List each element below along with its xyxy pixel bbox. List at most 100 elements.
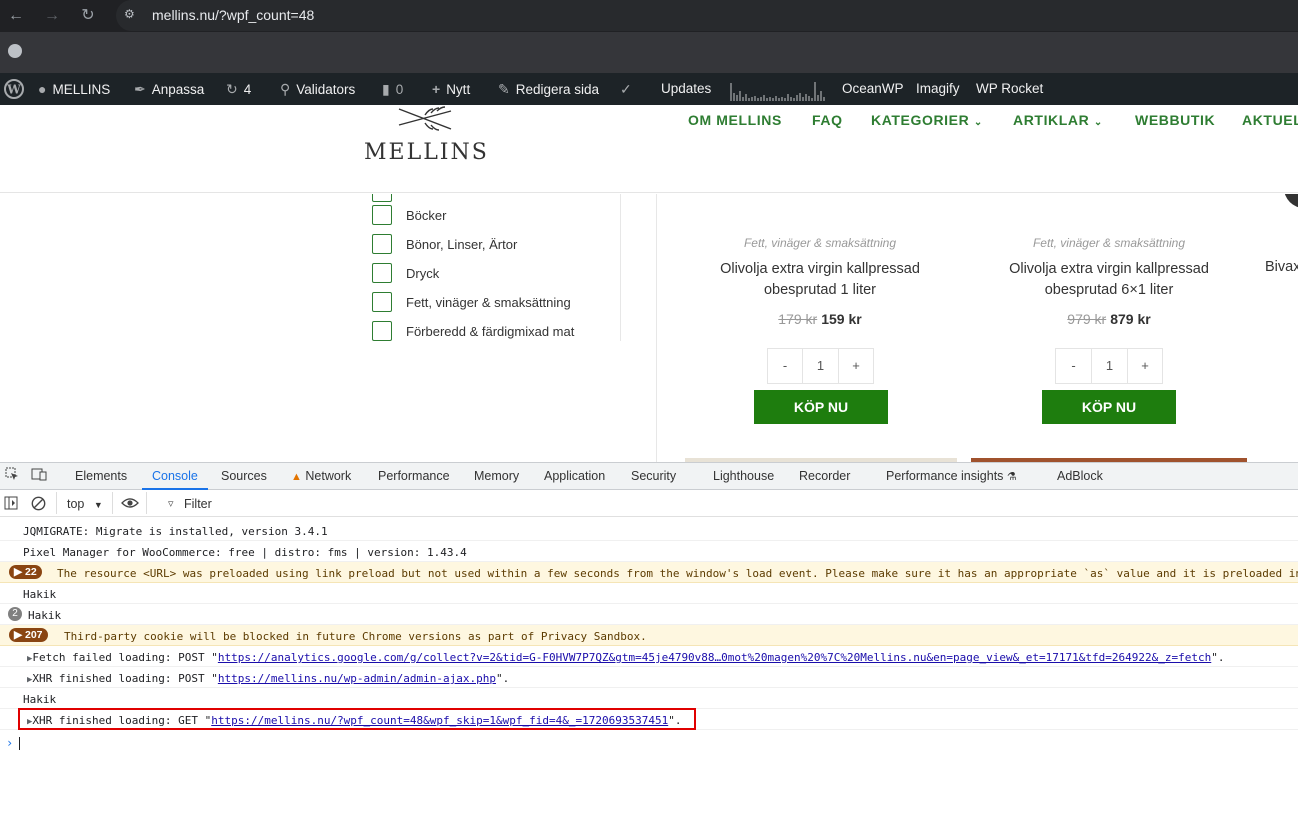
adminbar-imagify[interactable]: Imagify: [916, 81, 960, 96]
console-message[interactable]: Pixel Manager for WooCommerce: free | di…: [0, 541, 1298, 562]
console-warning[interactable]: ▶ 207 Third-party cookie will be blocked…: [0, 625, 1298, 646]
filter-input[interactable]: Filter: [184, 497, 212, 511]
message-link[interactable]: https://mellins.nu/wp-admin/admin-ajax.p…: [218, 672, 496, 685]
qty-input[interactable]: 1: [802, 348, 839, 384]
toolbar-divider: [112, 492, 113, 514]
back-icon[interactable]: ←: [6, 6, 26, 26]
wp-admin-bar: W ● MELLINS ✒ Anpassa ↻ 4 ⚲ Validators ▮ 0 + N…: [0, 73, 1298, 105]
console-message[interactable]: JQMIGRATE: Migrate is installed, version…: [0, 520, 1298, 541]
menu-kategorier[interactable]: KATEGORIER ⌄: [871, 112, 983, 128]
browser-toolbar: ← → ↻ ⚙ mellins.nu/?wpf_count=48: [0, 0, 1298, 32]
eye-icon[interactable]: [121, 496, 139, 513]
device-toolbar-icon[interactable]: [31, 467, 47, 484]
adminbar-edit-page[interactable]: ✎ Redigera sida: [498, 81, 599, 98]
category-checkbox[interactable]: [372, 234, 392, 254]
category-label: Bönor, Linser, Ärtor: [406, 237, 518, 252]
category-checkbox[interactable]: [372, 321, 392, 341]
console-input[interactable]: [19, 737, 20, 750]
reload-icon[interactable]: ↻: [78, 6, 98, 26]
console-warning[interactable]: ▶ 22 The resource <URL> was preloaded us…: [0, 562, 1298, 583]
message-text: ".: [1211, 651, 1225, 664]
adminbar-oceanwp[interactable]: OceanWP: [842, 81, 904, 96]
qty-input[interactable]: 1: [1091, 348, 1128, 384]
adminbar-updates-count[interactable]: ↻ 4: [226, 81, 251, 98]
tab-security[interactable]: Security: [631, 469, 676, 483]
product-image[interactable]: [1284, 194, 1298, 208]
qty-plus-button[interactable]: +: [838, 348, 874, 384]
product-category[interactable]: Fett, vinäger & smaksättning: [690, 236, 950, 250]
tab-performance-insights[interactable]: Performance insights ⚗: [886, 469, 1017, 483]
console-toolbar: top ▼ ▿ Filter: [0, 491, 1298, 517]
adminbar-customize[interactable]: ✒ Anpassa: [134, 81, 204, 98]
adminbar-validators[interactable]: ⚲ Validators: [280, 81, 355, 98]
product-price: 179 kr 159 kr: [690, 311, 950, 327]
tab-recorder[interactable]: Recorder: [799, 469, 850, 483]
context-selector[interactable]: top ▼: [67, 497, 103, 511]
category-checkbox[interactable]: [372, 194, 392, 202]
sale-price: 159 kr: [821, 311, 862, 327]
clear-console-icon[interactable]: [31, 496, 46, 514]
adminbar-wp-rocket[interactable]: WP Rocket: [976, 81, 1043, 96]
product-title[interactable]: Olivolja extra virgin kallpressad obespru…: [690, 259, 950, 301]
category-checkbox[interactable]: [372, 292, 392, 312]
wordpress-logo-icon[interactable]: W: [4, 79, 24, 102]
buy-button[interactable]: KÖP NU: [754, 390, 888, 424]
category-checkbox[interactable]: [372, 263, 392, 283]
adminbar-comments[interactable]: ▮ 0: [382, 81, 403, 98]
menu-om-mellins[interactable]: OM MELLINS: [688, 112, 782, 128]
tab-adblock[interactable]: AdBlock: [1057, 469, 1103, 483]
site-settings-icon[interactable]: ⚙: [124, 7, 135, 21]
adminbar-updates[interactable]: Updates: [661, 81, 711, 96]
site-header: MELLINS OM MELLINS FAQ KATEGORIER ⌄ ARTI…: [0, 105, 1298, 193]
globe-icon[interactable]: [8, 44, 22, 58]
site-name-label: MELLINS: [52, 82, 111, 97]
message-text: Pixel Manager for WooCommerce: free | di…: [23, 546, 467, 559]
tab-application[interactable]: Application: [544, 469, 605, 483]
menu-artiklar[interactable]: ARTIKLAR ⌄: [1013, 112, 1103, 128]
sidebar-toggle-icon[interactable]: [4, 496, 18, 513]
menu-aktuellt[interactable]: AKTUEL: [1242, 112, 1298, 128]
oceanwp-label: OceanWP: [842, 81, 904, 96]
tab-console[interactable]: Console: [152, 469, 198, 483]
console-message[interactable]: Hakik: [0, 688, 1298, 709]
message-text: Third-party cookie will be blocked in fu…: [64, 630, 647, 643]
category-checkbox[interactable]: [372, 205, 392, 225]
buy-button[interactable]: KÖP NU: [1042, 390, 1176, 424]
console-message[interactable]: 2 Hakik: [0, 604, 1298, 625]
tab-memory[interactable]: Memory: [474, 469, 519, 483]
tab-elements[interactable]: Elements: [75, 469, 127, 483]
qty-plus-button[interactable]: +: [1127, 348, 1163, 384]
devtools-panel: Elements Console Sources ▲ Network Perfo…: [0, 462, 1298, 837]
product-title[interactable]: Olivolja extra virgin kallpressad obespru…: [979, 259, 1239, 301]
tab-sources[interactable]: Sources: [221, 469, 267, 483]
prompt-chevron-icon: ›: [6, 736, 14, 750]
console-message[interactable]: ▶Fetch failed loading: POST "https://ana…: [0, 646, 1298, 667]
product-title-line: Olivolja extra virgin kallpressad: [1009, 261, 1209, 277]
message-link[interactable]: https://analytics.google.com/g/collect?v…: [218, 651, 1211, 664]
qty-minus-button[interactable]: -: [1055, 348, 1092, 384]
yoast-icon[interactable]: ✓: [620, 81, 638, 98]
tab-lighthouse[interactable]: Lighthouse: [713, 469, 774, 483]
adminbar-new[interactable]: + Nytt: [432, 81, 470, 97]
warning-count-badge[interactable]: ▶ 207: [9, 628, 48, 642]
forward-icon[interactable]: →: [42, 6, 62, 26]
warning-count-badge[interactable]: ▶ 22: [9, 565, 42, 579]
inspect-icon[interactable]: [5, 467, 19, 484]
tab-network[interactable]: ▲ Network: [291, 469, 351, 483]
console-message[interactable]: Hakik: [0, 583, 1298, 604]
adminbar-site[interactable]: ● MELLINS: [38, 81, 110, 97]
tab-performance[interactable]: Performance: [378, 469, 450, 483]
url-text[interactable]: mellins.nu/?wpf_count=48: [152, 7, 314, 23]
product-category[interactable]: Fett, vinäger & smaksättning: [979, 236, 1239, 250]
new-label: Nytt: [446, 82, 471, 97]
qty-minus-button[interactable]: -: [767, 348, 803, 384]
menu-faq[interactable]: FAQ: [812, 112, 843, 128]
console-message[interactable]: ▶XHR finished loading: POST "https://mel…: [0, 667, 1298, 688]
stats-sparkline[interactable]: [730, 79, 826, 101]
imagify-label: Imagify: [916, 81, 960, 96]
brush-icon: ✒: [134, 81, 146, 97]
menu-webbutik[interactable]: WEBBUTIK: [1135, 112, 1215, 128]
site-logo[interactable]: MELLINS: [364, 140, 489, 165]
product-title-line: obesprutad 6×1 liter: [1044, 282, 1174, 298]
product-title-partial[interactable]: Bivax: [1265, 259, 1298, 275]
